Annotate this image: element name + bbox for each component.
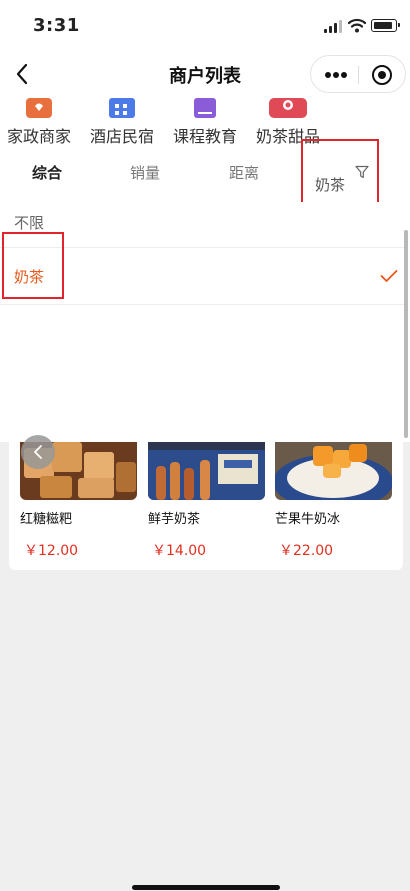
funnel-icon [355,165,369,179]
tab-filter[interactable]: 奶茶 [301,139,379,206]
category-icon-bg [194,98,216,118]
hotel-icon [109,98,135,118]
product-price: ￥12.00 [24,543,79,559]
option-label: 不限 [14,214,45,232]
product-name: 芒果牛奶冰 [275,512,341,527]
carousel-prev-button[interactable] [21,435,55,469]
status-time: 3:31 [33,15,80,36]
product-price: ￥22.00 [279,543,334,559]
product-name: 红糖糍粑 [20,512,73,527]
battery-icon [371,19,400,32]
cup-icon [269,98,307,118]
product-name: 鲜芋奶茶 [148,512,201,527]
miniprogram-capsule [310,55,406,93]
category-icon-bg [109,98,135,118]
product-image [148,442,265,500]
wifi-icon [348,18,366,33]
scrollbar[interactable] [404,230,408,438]
chevron-left-icon [34,445,42,459]
tab-distance[interactable]: 距离 [229,162,259,183]
tab-sales[interactable]: 销量 [130,162,160,183]
close-miniprogram-icon[interactable] [372,65,392,85]
product-image [275,442,392,500]
home-indicator [132,885,280,890]
book-icon [192,98,218,118]
house-icon [26,98,52,118]
tab-overall[interactable]: 综合 [32,162,62,183]
capsule-divider [358,66,359,84]
more-icon[interactable] [325,72,347,78]
status-bar: 3:31 [0,0,410,52]
filter-tab-label: 奶茶 [315,176,346,194]
check-icon [380,270,398,282]
product-row: 红糖糍粑 ￥12.00 鲜芋奶茶 ￥14.00 芒果牛奶冰 ￥22.00 [9,442,403,570]
selected-option-highlight [2,232,64,299]
category-label: 酒店民宿 [89,127,154,146]
category-label: 课程教育 [172,127,237,146]
product-price: ￥14.00 [152,543,207,559]
nav-bar: 商户列表 [0,52,410,96]
signal-icon [324,20,344,33]
category-label: 家政商家 [6,127,71,146]
